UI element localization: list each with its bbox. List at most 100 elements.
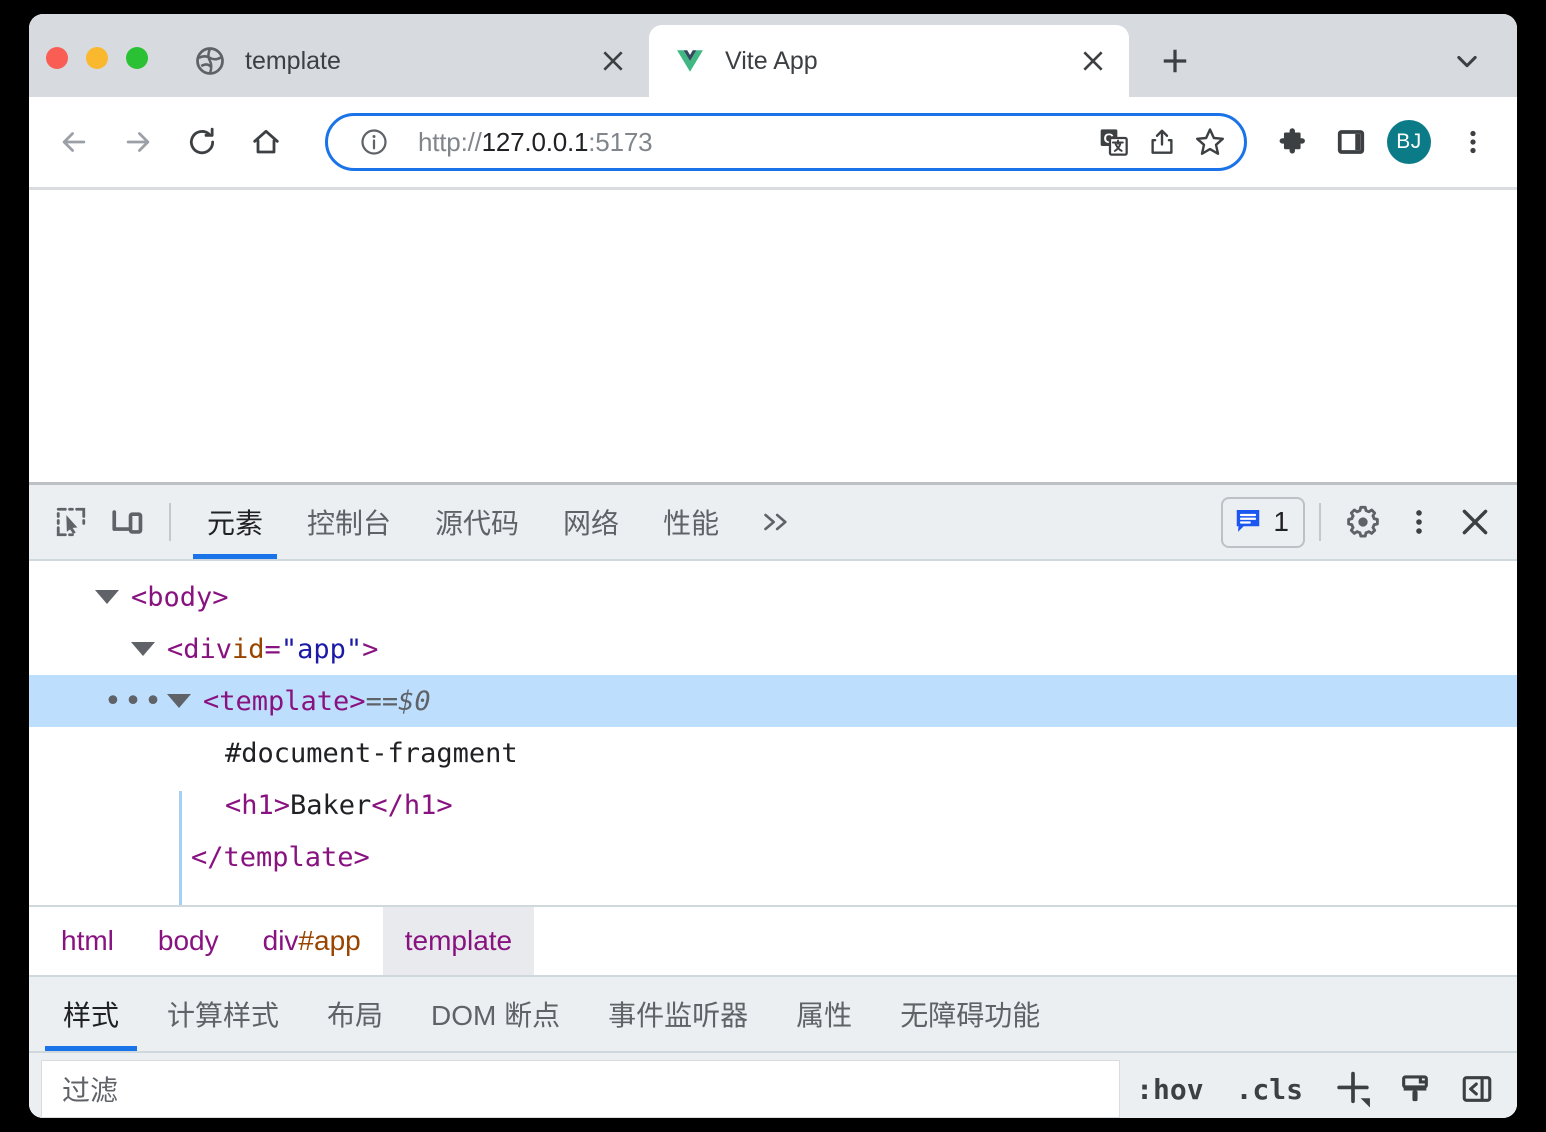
tab-label: 性能	[663, 508, 720, 539]
translate-icon[interactable]: G	[1090, 118, 1138, 166]
message-count: 1	[1273, 506, 1289, 537]
devtools-tab-sources[interactable]: 源代码	[413, 485, 541, 559]
dom-node-div-app[interactable]: <div id = "app" >	[29, 623, 1517, 675]
chevron-down-icon[interactable]	[1447, 41, 1487, 81]
tab-vite-app[interactable]: Vite App	[649, 25, 1129, 97]
puzzle-icon[interactable]	[1267, 116, 1319, 168]
brush-icon[interactable]	[1387, 1061, 1443, 1117]
styles-filter-bar: 过滤 :hov .cls	[29, 1051, 1517, 1118]
dom-node-console-ref: $0	[398, 685, 431, 717]
dom-tree[interactable]: <body> <div id = "app" > ••• <template> == …	[29, 561, 1517, 905]
plus-icon[interactable]	[1325, 1061, 1381, 1117]
side-panel-icon[interactable]	[1325, 116, 1377, 168]
breadcrumb-item-div-app[interactable]: div #app	[241, 907, 383, 975]
tab-label: 网络	[563, 508, 620, 539]
styles-tab-computed[interactable]: 计算样式	[143, 977, 303, 1051]
device-toolbar-icon[interactable]	[99, 494, 155, 550]
url-scheme: http://	[418, 126, 482, 157]
window-zoom-button[interactable]	[126, 47, 148, 69]
dom-node-template-selected[interactable]: ••• <template> == $0	[29, 675, 1517, 727]
dom-node-equals: ==	[365, 685, 399, 717]
breadcrumb-item-body[interactable]: body	[136, 907, 241, 975]
filter-input[interactable]: 过滤	[41, 1060, 1121, 1118]
breadcrumb: html body div #app template	[29, 905, 1517, 975]
breadcrumb-label: html	[61, 925, 114, 956]
tab-label: 源代码	[435, 508, 520, 539]
dom-node-text: <body>	[131, 581, 229, 613]
dom-node-attr-value[interactable]: "app"	[281, 634, 362, 665]
browser-toolbar: http://127.0.0.1:5173 G BJ	[29, 97, 1517, 187]
toolbar-divider	[1319, 503, 1321, 541]
breadcrumb-label: template	[404, 925, 513, 956]
dom-node-h1[interactable]: <h1> Baker </h1>	[29, 779, 1517, 831]
tab-label: 样式	[63, 1000, 120, 1031]
tab-label: 元素	[207, 508, 264, 539]
breadcrumb-label: body	[157, 925, 219, 956]
three-dot-menu-icon[interactable]	[1391, 494, 1447, 550]
tab-label: 布局	[327, 1000, 384, 1031]
tab-title: Vite App	[725, 46, 818, 75]
devtools-tab-performance[interactable]: 性能	[641, 485, 741, 559]
message-count-badge[interactable]: 1	[1221, 496, 1305, 548]
tab-strip: template Vite App	[29, 14, 1517, 97]
dom-node-template-close[interactable]: </template>	[29, 831, 1517, 883]
window-close-button[interactable]	[46, 47, 68, 69]
share-icon[interactable]	[1138, 118, 1186, 166]
toolbar-divider	[169, 503, 171, 541]
back-arrow-icon[interactable]	[47, 115, 101, 169]
breadcrumb-label: div	[262, 925, 299, 956]
close-icon[interactable]	[1447, 494, 1503, 550]
url-host: 127.0.0.1	[481, 126, 589, 157]
styles-tab-properties[interactable]: 属性	[772, 977, 876, 1051]
styles-tab-event-listeners[interactable]: 事件监听器	[584, 977, 772, 1051]
window-traffic-lights	[46, 47, 148, 69]
url-port: :5173	[588, 126, 653, 157]
dom-node-document-fragment[interactable]: #document-fragment	[29, 727, 1517, 779]
home-icon[interactable]	[239, 115, 293, 169]
devtools-panel: 元素 控制台 源代码 网络 性能 1 <body> <div id = "app…	[29, 482, 1517, 1118]
star-icon[interactable]	[1186, 118, 1234, 166]
cls-label: .cls	[1235, 1072, 1303, 1106]
gear-icon[interactable]	[1335, 494, 1391, 550]
close-icon[interactable]	[1073, 41, 1113, 81]
chevron-down-icon[interactable]	[95, 590, 119, 604]
dom-node-body[interactable]: <body>	[29, 571, 1517, 623]
browser-window: template Vite App http://127.0.0.1:5173 …	[29, 14, 1517, 1118]
avatar[interactable]: BJ	[1387, 120, 1431, 164]
hov-label: :hov	[1136, 1072, 1204, 1106]
tab-label: 事件监听器	[608, 1000, 749, 1031]
dom-node-tag-open: <div	[167, 633, 233, 665]
styles-tab-layout[interactable]: 布局	[303, 977, 407, 1051]
node-badge-ellipsis[interactable]: •••	[101, 684, 167, 719]
styles-tab-styles[interactable]: 样式	[39, 977, 143, 1051]
chevron-down-icon[interactable]	[167, 694, 191, 708]
breadcrumb-item-html[interactable]: html	[39, 907, 136, 975]
devtools-tab-elements[interactable]: 元素	[185, 485, 285, 559]
window-minimize-button[interactable]	[86, 47, 108, 69]
class-toggle-button[interactable]: .cls	[1220, 1061, 1319, 1117]
double-chevron-right-icon[interactable]	[741, 485, 811, 559]
info-circle-icon[interactable]	[350, 118, 398, 166]
breadcrumb-item-template[interactable]: template	[382, 907, 535, 975]
three-dot-menu-icon[interactable]	[1447, 116, 1499, 168]
dom-node-text: </template>	[191, 841, 370, 873]
styles-tab-dom-breakpoints[interactable]: DOM 断点	[407, 977, 584, 1051]
devtools-tab-network[interactable]: 网络	[541, 485, 641, 559]
new-tab-button[interactable]	[1147, 33, 1203, 89]
devtools-tab-console[interactable]: 控制台	[285, 485, 413, 559]
inspect-element-icon[interactable]	[43, 494, 99, 550]
styles-tab-accessibility[interactable]: 无障碍功能	[876, 977, 1064, 1051]
dom-node-attr-name[interactable]: id	[232, 634, 265, 665]
reload-icon[interactable]	[175, 115, 229, 169]
chevron-down-icon[interactable]	[131, 642, 155, 656]
tab-template[interactable]: template	[169, 25, 649, 97]
tab-title: template	[245, 46, 341, 75]
toggle-sidebar-icon[interactable]	[1449, 1061, 1505, 1117]
url-text[interactable]: http://127.0.0.1:5173	[418, 127, 1090, 158]
hover-state-button[interactable]: :hov	[1120, 1061, 1219, 1117]
dom-node-text-content[interactable]: Baker	[290, 790, 371, 821]
dom-node-tag-close: >	[362, 633, 379, 665]
forward-arrow-icon[interactable]	[111, 115, 165, 169]
address-bar[interactable]: http://127.0.0.1:5173 G	[325, 113, 1247, 171]
close-icon[interactable]	[593, 41, 633, 81]
